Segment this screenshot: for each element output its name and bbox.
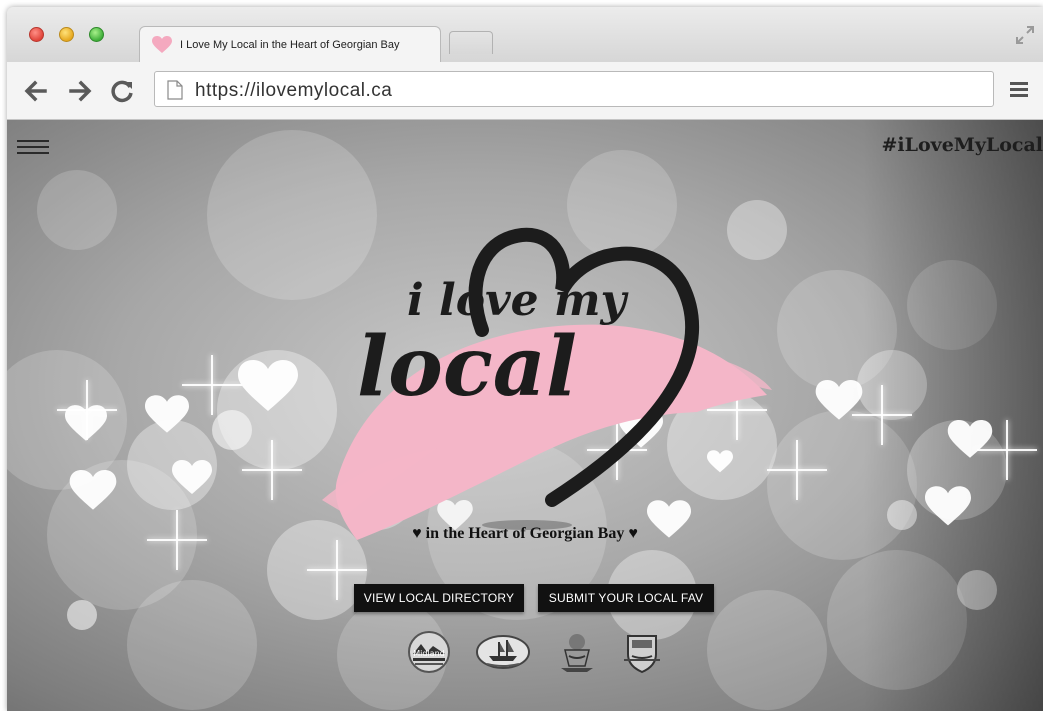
zoom-window-button[interactable]: [89, 27, 104, 42]
svg-text:Midland: Midland: [413, 649, 444, 658]
minimize-window-button[interactable]: [59, 27, 74, 42]
township-shield-logo[interactable]: [620, 630, 664, 674]
close-window-button[interactable]: [29, 27, 44, 42]
heart-decoration-icon: [145, 395, 189, 433]
bokeh-circle: [67, 600, 97, 630]
webpage: #iLoveMyLocal i love my local ♥ in the H…: [7, 120, 1043, 711]
heart-decoration-icon: [925, 486, 971, 526]
forward-arrow-icon[interactable]: [67, 78, 93, 104]
address-bar[interactable]: https://ilovemylocal.ca: [154, 71, 994, 107]
sparkle: [182, 355, 242, 415]
bokeh-circle: [37, 170, 117, 250]
township-crest-logo[interactable]: [555, 630, 599, 674]
site-menu-hamburger-icon[interactable]: [17, 140, 49, 160]
tab-active[interactable]: I Love My Local in the Heart of Georgian…: [139, 26, 441, 65]
browser-toolbar: https://ilovemylocal.ca: [7, 62, 1043, 120]
tab-title: I Love My Local in the Heart of Georgian…: [180, 39, 400, 51]
bokeh-circle: [127, 580, 257, 710]
sparkle: [242, 440, 302, 500]
bokeh-circle: [707, 590, 827, 710]
page-icon: [167, 80, 183, 100]
tagline: ♥ in the Heart of Georgian Bay ♥: [412, 525, 638, 542]
tab-strip: I Love My Local in the Heart of Georgian…: [7, 7, 1043, 65]
township-ship-logo[interactable]: [475, 630, 531, 674]
i-love-my-local-logo: i love my local: [322, 227, 772, 540]
browser-window: I Love My Local in the Heart of Georgian…: [7, 7, 1043, 711]
new-tab-button[interactable]: [449, 31, 493, 54]
heart-favicon-icon: [152, 36, 172, 53]
heart-decoration-icon: [65, 405, 107, 441]
fullscreen-icon[interactable]: [1015, 25, 1035, 45]
heart-decoration-icon: [815, 380, 863, 420]
heart-decoration-icon: [69, 470, 117, 510]
view-local-directory-button[interactable]: VIEW LOCAL DIRECTORY: [354, 584, 524, 612]
midland-town-logo[interactable]: Midland: [407, 630, 451, 674]
hashtag-text: #iLoveMyLocal: [881, 134, 1043, 156]
submit-local-fav-button[interactable]: SUBMIT YOUR LOCAL FAV: [538, 584, 714, 612]
logo-line2: local: [357, 319, 577, 415]
heart-decoration-icon: [172, 460, 212, 494]
heart-decoration-icon: [238, 360, 298, 411]
url-text: https://ilovemylocal.ca: [195, 80, 393, 101]
back-arrow-icon[interactable]: [23, 78, 49, 104]
browser-menu-icon[interactable]: [1009, 79, 1029, 99]
heart-decoration-icon: [947, 420, 993, 458]
reload-icon[interactable]: [110, 78, 136, 104]
